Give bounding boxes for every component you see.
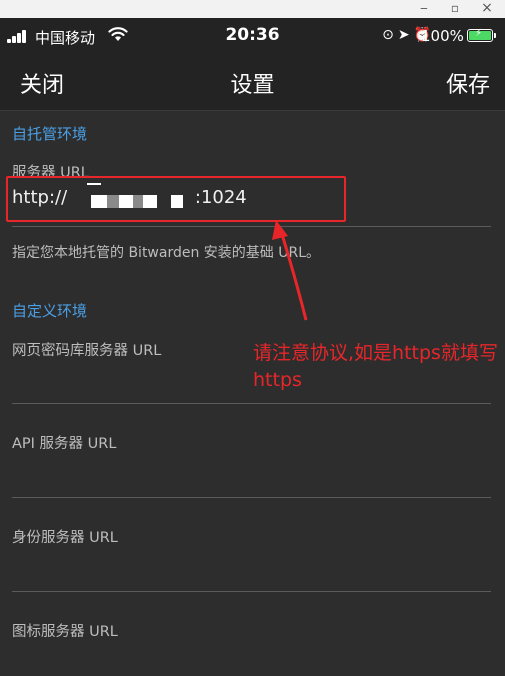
maximize-icon[interactable]: ▫: [448, 1, 462, 15]
divider: [12, 591, 491, 592]
location-icon: ➤: [397, 27, 414, 43]
annotation-highlight-box: [6, 176, 346, 222]
server-url-help-text: 指定您本地托管的 Bitwarden 安装的基础 URL。: [12, 245, 321, 261]
divider: [12, 403, 491, 404]
divider: [12, 226, 491, 227]
divider: [12, 497, 491, 498]
window-chrome: ‒ ▫ ×: [0, 0, 505, 18]
orientation-lock-icon: ⊙: [382, 27, 398, 43]
icons-url-label: 图标服务器 URL: [12, 624, 118, 640]
identity-url-label: 身份服务器 URL: [12, 530, 118, 546]
status-bar: 中国移动 20:36 ⊙➤⏰ 100% ⚡: [0, 18, 505, 54]
close-button[interactable]: 关闭: [20, 67, 64, 99]
minimize-icon[interactable]: ‒: [417, 1, 431, 15]
navigation-bar: 关闭 设置 保存: [0, 54, 505, 111]
battery-icon: ⚡: [467, 28, 496, 42]
annotation-note: 请注意协议,如是https就填写https: [253, 342, 498, 391]
api-url-label: API 服务器 URL: [12, 436, 117, 452]
web-vault-url-label: 网页密码库服务器 URL: [12, 343, 162, 359]
battery-percentage: 100%: [421, 27, 464, 45]
icons-url-input[interactable]: [12, 648, 490, 674]
charging-icon: ⚡: [475, 28, 483, 39]
identity-url-input[interactable]: [12, 556, 490, 582]
section-header-self-hosted: 自托管环境: [12, 125, 88, 143]
save-button[interactable]: 保存: [446, 67, 490, 99]
close-window-icon[interactable]: ×: [480, 1, 494, 15]
api-url-input[interactable]: [12, 462, 490, 488]
page-title: 设置: [230, 73, 275, 98]
section-header-custom: 自定义环境: [12, 302, 88, 320]
